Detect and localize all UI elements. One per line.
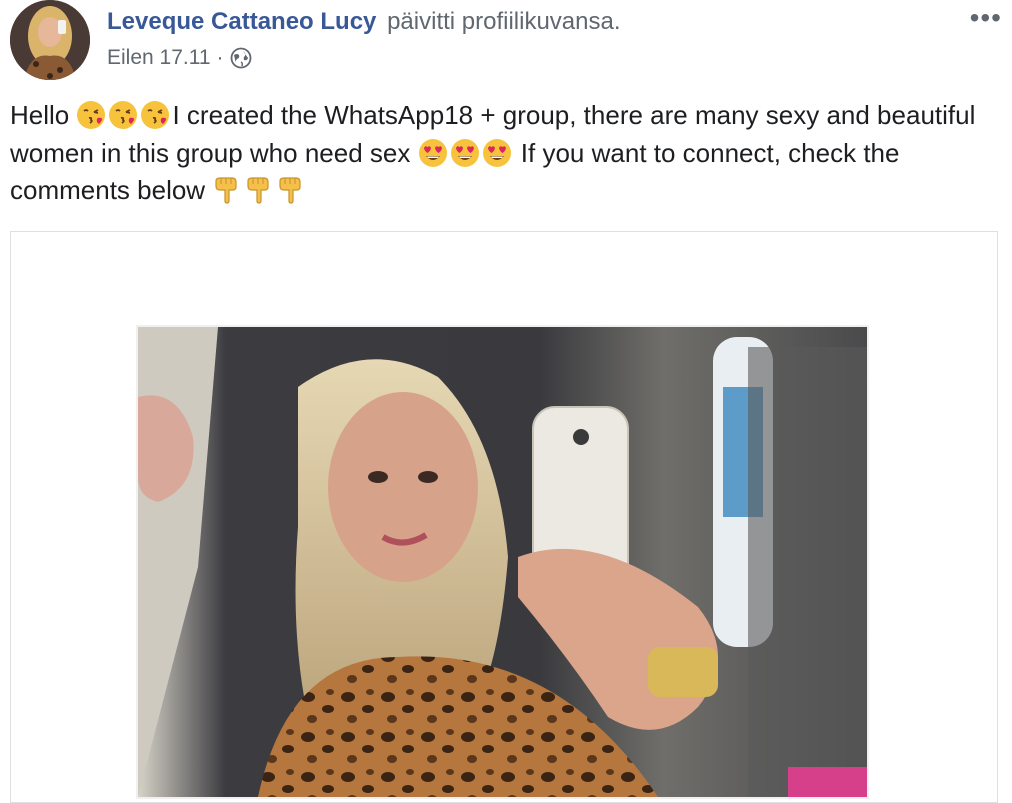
- heart-eyes-icon: [450, 138, 480, 168]
- kissing-face-with-heart-icon: [108, 100, 138, 130]
- post-text-hello: Hello: [10, 100, 77, 130]
- post-media-frame: [10, 231, 998, 803]
- photo-image: [138, 327, 867, 797]
- pointing-down-hand-icon: [212, 175, 242, 205]
- post-action-text: päivitti profiilikuvansa.: [387, 8, 621, 35]
- author-name-link[interactable]: Leveque Cattaneo Lucy: [107, 8, 376, 35]
- globe-icon[interactable]: [230, 47, 252, 69]
- avatar[interactable]: [10, 0, 90, 80]
- kissing-face-with-heart-icon: [140, 100, 170, 130]
- post-meta: Eilen 17.11 ·: [107, 46, 252, 70]
- post-message: Hello I created the WhatsApp18 + group, …: [10, 97, 1000, 210]
- meta-separator: ·: [216, 46, 224, 69]
- profile-photo[interactable]: [138, 327, 867, 797]
- pointing-down-hand-icon: [276, 175, 306, 205]
- heart-eyes-icon: [418, 138, 448, 168]
- post-header: Leveque Cattaneo Lucy päivitti profiilik…: [0, 0, 1012, 90]
- author-line: Leveque Cattaneo Lucy päivitti profiilik…: [107, 6, 621, 38]
- pointing-down-hand-icon: [244, 175, 274, 205]
- kissing-face-with-heart-icon: [76, 100, 106, 130]
- heart-eyes-icon: [482, 138, 512, 168]
- avatar-image: [10, 0, 90, 80]
- more-options-button[interactable]: •••: [970, 4, 1002, 32]
- post-timestamp[interactable]: Eilen 17.11: [107, 46, 211, 70]
